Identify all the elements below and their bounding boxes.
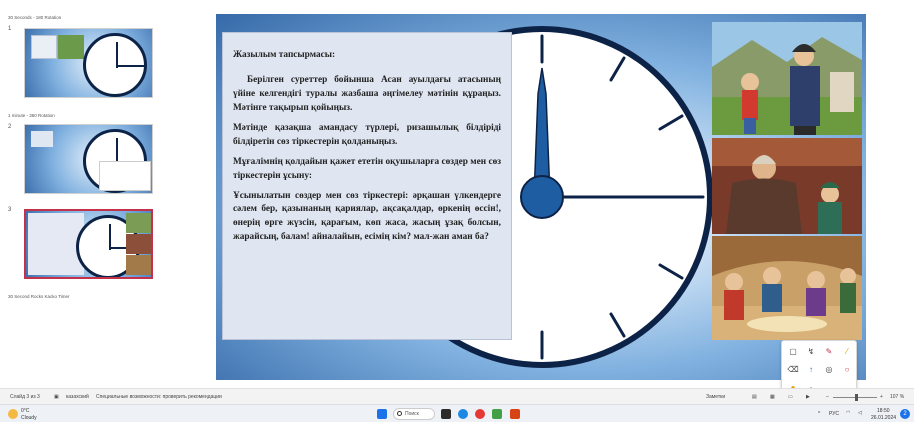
- ink-icon[interactable]: ◎: [822, 363, 836, 377]
- slide-counter: Слайд 3 из 3: [10, 394, 40, 400]
- slide-number-2: 2: [8, 124, 12, 130]
- language-indicator[interactable]: казахский: [66, 394, 89, 400]
- illustration-feast-table[interactable]: [712, 236, 862, 340]
- thumb-image: [126, 213, 151, 233]
- app-window: 30 Seconds - 180 Rotation 1 1 minute - 3…: [0, 0, 914, 422]
- powerpoint-icon[interactable]: [510, 409, 520, 419]
- section-title-2[interactable]: 1 minute - 360 Rotation: [8, 113, 55, 118]
- clock-time[interactable]: 18:50: [877, 408, 890, 414]
- slide-thumbnail-3-selected[interactable]: [24, 209, 153, 279]
- thumb-image: [126, 234, 151, 254]
- search-icon: [397, 411, 402, 416]
- section-title-1[interactable]: 30 Seconds - 180 Rotation: [8, 15, 61, 20]
- slide-thumbnail-pane[interactable]: 30 Seconds - 180 Rotation 1 1 minute - 3…: [0, 0, 170, 388]
- slide-sorter-icon[interactable]: ▦: [770, 394, 775, 400]
- reading-view-icon[interactable]: ▭: [788, 394, 793, 400]
- notes-button[interactable]: Заметки: [706, 394, 725, 400]
- zoom-level[interactable]: 107 %: [890, 394, 904, 400]
- thumb-image: [126, 255, 151, 275]
- task-heading: Жазылым тапсырмасы:: [233, 50, 336, 60]
- thumb-textbox: [31, 35, 57, 59]
- illustration-family-conversation[interactable]: [712, 138, 862, 234]
- slide-thumbnail-2[interactable]: [24, 124, 153, 194]
- record-icon[interactable]: ○: [840, 363, 854, 377]
- tray-chevron-icon[interactable]: ^: [818, 411, 820, 417]
- arrow-up-icon[interactable]: ↑: [804, 363, 818, 377]
- chrome-icon[interactable]: [475, 409, 485, 419]
- normal-view-icon[interactable]: ▤: [752, 394, 757, 400]
- slide-thumbnail-1[interactable]: [24, 28, 153, 98]
- clock-hub: [520, 175, 564, 219]
- zoom-slider-thumb[interactable]: [855, 394, 858, 401]
- keyboard-language[interactable]: РУС: [829, 411, 839, 417]
- task-paragraph-1: Берілген суреттер бойынша Асан ауылдағы …: [233, 74, 501, 113]
- task-paragraph-2: Мәтінде қазақша амандасу түрлері, ризашы…: [233, 122, 501, 147]
- search-placeholder: Поиск: [405, 411, 419, 417]
- illustration-greeting-grandfather[interactable]: [712, 22, 862, 135]
- spellcheck-icon[interactable]: ▣: [54, 394, 59, 400]
- weather-icon[interactable]: [8, 409, 18, 419]
- app-icon[interactable]: [492, 409, 502, 419]
- section-title-3[interactable]: 30 Second Rocks Kacko Timer: [8, 294, 70, 299]
- weather-desc[interactable]: Cloudy: [21, 415, 37, 421]
- weather-temp[interactable]: 0°C: [21, 408, 29, 414]
- pen-tool-icon[interactable]: ✎: [822, 345, 836, 359]
- thumb-textbox: [99, 161, 151, 191]
- task-view-icon[interactable]: [441, 409, 451, 419]
- eraser-icon[interactable]: ⌫: [786, 363, 800, 377]
- select-tool-icon[interactable]: ▢: [786, 345, 800, 359]
- browser-icon[interactable]: [458, 409, 468, 419]
- thumb-image: [31, 131, 53, 147]
- task-paragraph-4: Ұсынылатын сөздер мен сөз тіркестері: әр…: [233, 190, 501, 243]
- clock-date[interactable]: 26.01.2024: [871, 415, 896, 421]
- task-textbox[interactable]: Жазылым тапсырмасы: Берілген суреттер бо…: [222, 32, 512, 340]
- slideshow-icon[interactable]: ▶: [806, 394, 810, 400]
- zoom-in-button[interactable]: +: [880, 394, 883, 400]
- slide-number-3: 3: [8, 207, 12, 213]
- volume-icon[interactable]: ◁: [858, 410, 862, 416]
- status-bar: Слайд 3 из 3 ▣ казахский Специальные воз…: [0, 388, 914, 404]
- windows-taskbar: 0°C Cloudy Поиск ^ РУС ◠ ◁ 18:50 26.01.2…: [0, 404, 914, 422]
- task-paragraph-3: Мұғалімнің қолдайын қажет ететін оқушыла…: [233, 156, 501, 181]
- lasso-tool-icon[interactable]: ↯: [804, 345, 818, 359]
- notification-badge[interactable]: 2: [900, 409, 910, 419]
- taskbar-search[interactable]: Поиск: [393, 408, 435, 420]
- accessibility-status[interactable]: Специальные возможности: проверить реком…: [96, 394, 222, 400]
- wifi-icon[interactable]: ◠: [846, 410, 850, 416]
- slide-canvas[interactable]: Жазылым тапсырмасы: Берілген суреттер бо…: [216, 14, 866, 380]
- thumb-image: [58, 35, 84, 59]
- slide-number-1: 1: [8, 26, 12, 32]
- zoom-out-button[interactable]: –: [826, 394, 829, 400]
- start-button-icon[interactable]: [377, 409, 387, 419]
- thumb-clock: [83, 33, 147, 97]
- highlighter-icon[interactable]: ⁄: [840, 345, 854, 359]
